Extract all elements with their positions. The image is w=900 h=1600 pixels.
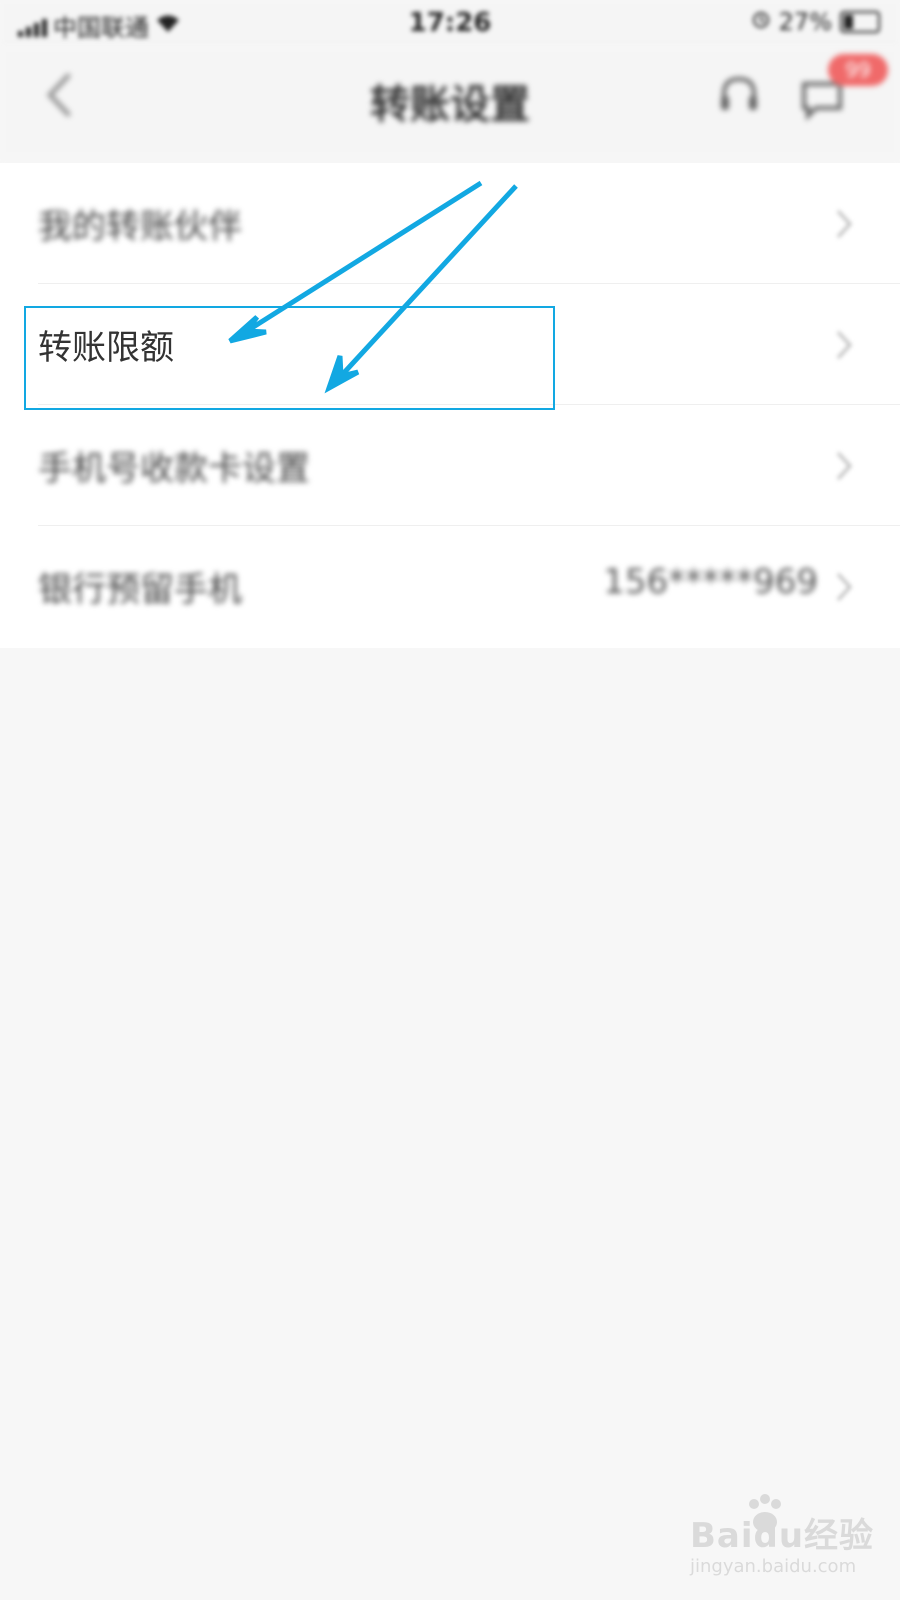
setting-label: 转账限额 — [38, 328, 174, 368]
nav-bar: 转账设置 99 — [0, 46, 900, 158]
headset-icon[interactable] — [718, 74, 760, 116]
settings-list: 我的转账伙伴 转账限额 手机号收款卡设置 银行预留手机 156*****969 — [0, 163, 900, 648]
chevron-right-icon — [836, 330, 853, 360]
page-title: 转账设置 — [370, 82, 530, 128]
chevron-right-icon — [836, 451, 853, 481]
setting-row-bank-phone[interactable]: 银行预留手机 156*****969 — [0, 526, 900, 647]
watermark-url: jingyan.baidu.com — [690, 1556, 857, 1577]
setting-row-transfer-limit[interactable]: 转账限额 — [0, 284, 900, 405]
chevron-right-icon — [836, 572, 853, 602]
setting-row-transfer-partners[interactable]: 我的转账伙伴 — [0, 163, 900, 284]
watermark: Baidu经验 jingyan.baidu.com — [690, 1494, 890, 1590]
battery-icon — [840, 11, 880, 33]
message-badge: 99 — [828, 54, 888, 86]
setting-label: 我的转账伙伴 — [38, 207, 242, 247]
status-bar: 中国联通 17:26 27% — [0, 0, 900, 46]
alarm-icon — [751, 8, 771, 36]
battery-percent: 27% — [778, 8, 832, 36]
setting-row-phone-receiving-card[interactable]: 手机号收款卡设置 — [0, 405, 900, 526]
status-right: 27% — [751, 8, 880, 36]
watermark-brand: Baidu经验 — [690, 1516, 875, 1556]
setting-label: 银行预留手机 — [38, 570, 242, 610]
bank-phone-value: 156*****969 — [603, 562, 818, 602]
setting-label: 手机号收款卡设置 — [38, 449, 310, 489]
chevron-right-icon — [836, 209, 853, 239]
